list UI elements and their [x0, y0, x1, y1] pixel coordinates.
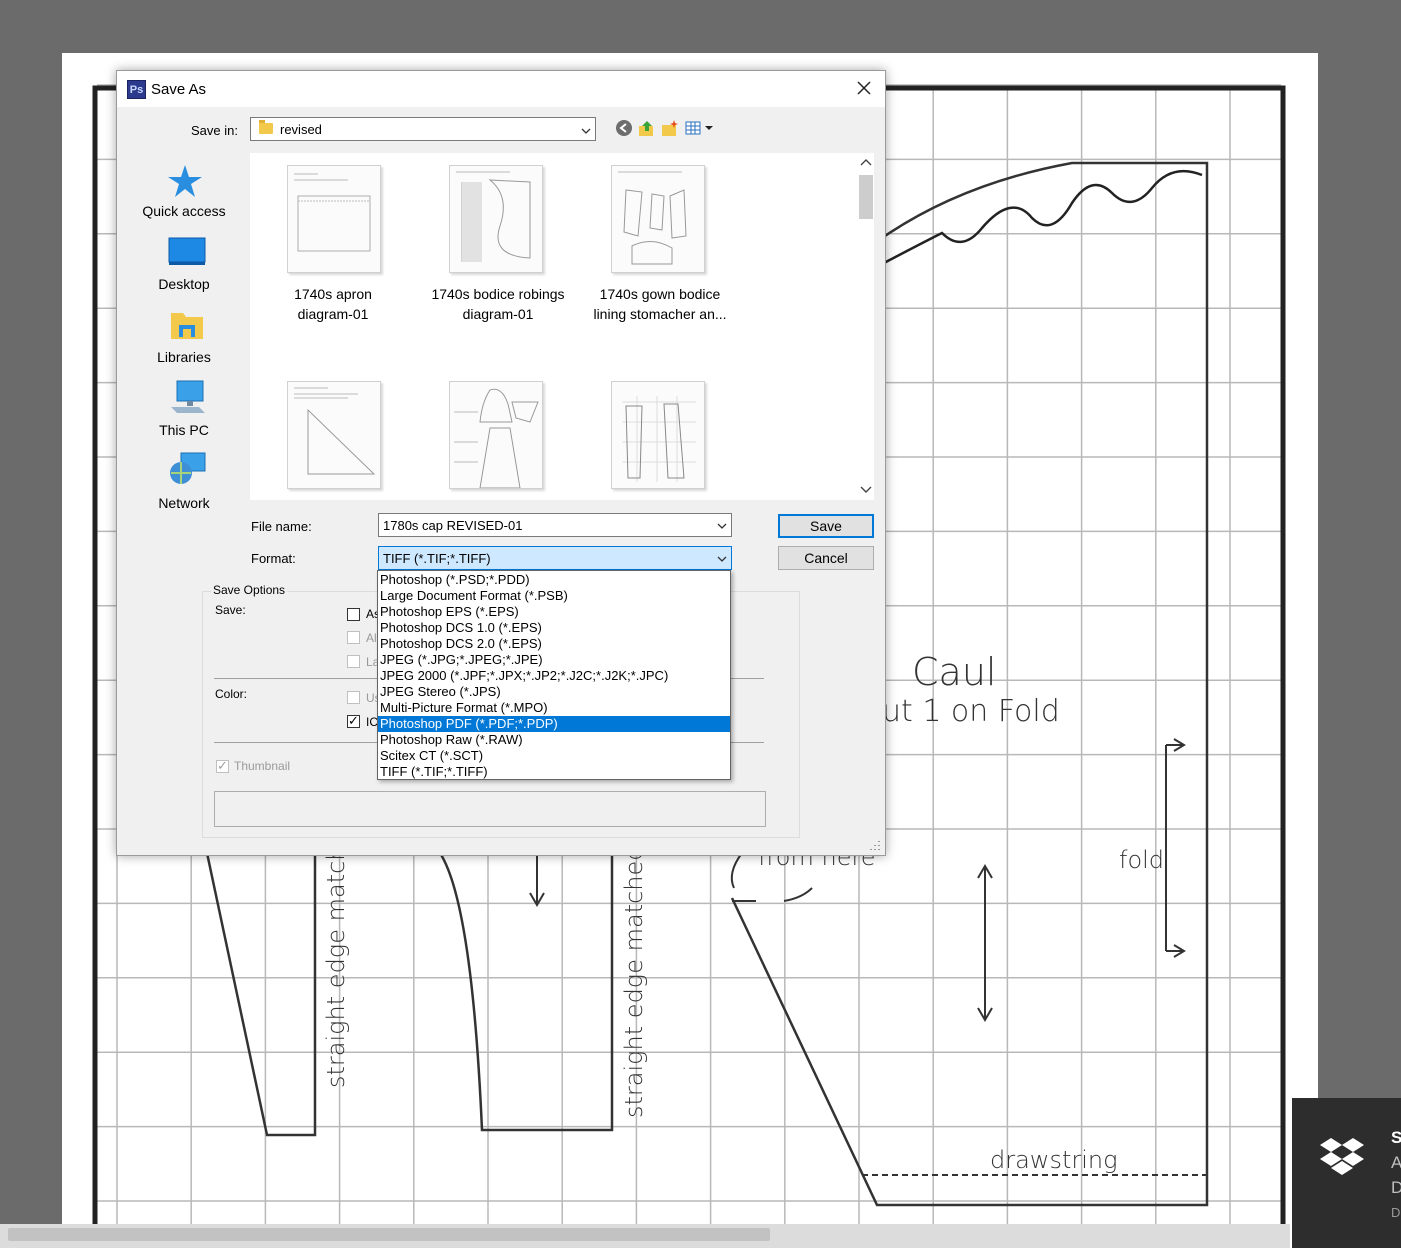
format-select[interactable]: TIFF (*.TIF;*.TIFF): [378, 546, 732, 570]
resize-grip-icon[interactable]: [869, 839, 881, 851]
icc-profile-checkbox[interactable]: ✓: [347, 713, 360, 728]
scroll-down-icon[interactable]: [860, 485, 872, 495]
format-option[interactable]: Scitex CT (*.SCT): [378, 748, 730, 764]
chevron-down-icon: [581, 128, 591, 134]
toast-line-2: D: [1391, 1178, 1401, 1197]
save-button[interactable]: Save: [778, 514, 874, 538]
file-name-field-label: File name:: [251, 519, 312, 534]
up-folder-icon[interactable]: [638, 119, 656, 137]
computer-icon: [171, 380, 205, 413]
scroll-up-icon[interactable]: [860, 157, 872, 167]
horizontal-scrollbar[interactable]: [0, 1224, 1290, 1248]
file-thumbnail[interactable]: [611, 381, 705, 489]
format-option[interactable]: Photoshop Raw (*.RAW): [378, 732, 730, 748]
triangle-diagram-thumbnail: [294, 387, 376, 475]
file-name-value: 1780s cap REVISED-01: [383, 518, 523, 533]
file-thumbnail[interactable]: [287, 165, 381, 273]
file-thumbnail[interactable]: [287, 381, 381, 489]
gown-bodice-thumbnail: [618, 171, 687, 265]
folder-icon: [259, 120, 273, 134]
back-icon[interactable]: [615, 119, 633, 137]
dropbox-icon: [1320, 1138, 1364, 1175]
file-list-scrollbar[interactable]: [857, 153, 874, 500]
close-icon: [857, 81, 871, 95]
as-copy-checkbox[interactable]: [347, 608, 360, 621]
save-options-title: Save Options: [211, 583, 288, 597]
color-section-label: Color:: [215, 687, 248, 701]
chevron-down-icon[interactable]: [717, 521, 727, 531]
file-name-label[interactable]: 1740s apron diagram-01: [253, 284, 413, 324]
save-in-label: Save in:: [191, 123, 238, 138]
save-section-label: Save:: [215, 603, 246, 617]
format-option[interactable]: TIFF (*.TIF;*.TIFF): [378, 764, 730, 780]
place-label-libraries: Libraries: [157, 349, 211, 365]
format-option[interactable]: Photoshop PDF (*.PDF;*.PDP): [378, 716, 730, 732]
format-option[interactable]: JPEG (*.JPG;*.JPEG;*.JPE): [378, 652, 730, 668]
network-icon: [170, 452, 206, 484]
layers-checkbox[interactable]: [347, 655, 360, 668]
dialog-title: Save As: [151, 81, 207, 98]
bodice-robings-thumbnail: [456, 171, 531, 262]
cancel-button[interactable]: Cancel: [778, 546, 874, 570]
file-thumbnail[interactable]: [611, 165, 705, 273]
format-option[interactable]: JPEG 2000 (*.JPF;*.JPX;*.JP2;*.J2C;*.J2K…: [378, 668, 730, 684]
file-name-label[interactable]: 1740s bodice robings diagram-01: [418, 284, 578, 324]
format-option[interactable]: Multi-Picture Format (*.MPO): [378, 700, 730, 716]
format-dropdown-list[interactable]: Photoshop (*.PSD;*.PDD) Large Document Fo…: [377, 570, 731, 780]
place-label-quick-access: Quick access: [142, 203, 226, 219]
format-option[interactable]: Photoshop DCS 2.0 (*.EPS): [378, 636, 730, 652]
place-label-this-pc: This PC: [159, 422, 209, 438]
bodice-diagram-thumbnail: [454, 388, 539, 488]
cut-on-fold-label: ut 1 on Fold: [882, 694, 1060, 729]
view-menu-icon[interactable]: [685, 119, 715, 137]
save-in-dropdown[interactable]: revised: [250, 117, 596, 141]
place-label-desktop: Desktop: [158, 276, 210, 292]
format-option[interactable]: JPEG Stereo (*.JPS): [378, 684, 730, 700]
use-proof-setup-checkbox[interactable]: [347, 691, 360, 704]
format-option[interactable]: Photoshop (*.PSD;*.PDD): [378, 572, 730, 588]
save-in-value: revised: [280, 122, 322, 137]
star-icon: [168, 165, 202, 197]
caul-label: Caul: [912, 650, 996, 694]
desktop-icon: [168, 237, 206, 265]
file-thumbnail[interactable]: [449, 381, 543, 489]
thumbnail-label: Thumbnail: [234, 759, 291, 773]
dialog-titlebar[interactable]: Ps Save As: [117, 71, 885, 107]
format-select-value: TIFF (*.TIF;*.TIFF): [383, 551, 491, 566]
new-folder-icon[interactable]: [661, 119, 679, 137]
toast-line-3: D: [1391, 1205, 1401, 1220]
alpha-channels-label: Al: [366, 631, 377, 645]
file-name-label[interactable]: 1740s gown bodice lining stomacher an...: [580, 284, 740, 324]
file-thumbnail[interactable]: [449, 165, 543, 273]
chevron-down-icon: [717, 556, 727, 562]
drawstring-label: drawstring: [990, 1146, 1118, 1174]
file-list-scroll-thumb[interactable]: [859, 175, 873, 219]
format-label: Format:: [251, 551, 296, 566]
file-name-input[interactable]: 1780s cap REVISED-01: [378, 513, 732, 537]
places-sidebar: Quick access Desktop Libraries This PC N…: [125, 153, 243, 569]
file-list[interactable]: 1740s apron diagram-01 1740s bodice robin…: [250, 153, 874, 500]
format-option[interactable]: Photoshop DCS 1.0 (*.EPS): [378, 620, 730, 636]
pattern-grid-thumbnail: [622, 396, 696, 482]
alpha-channels-checkbox[interactable]: [347, 631, 360, 644]
apron-diagram-thumbnail: [294, 173, 371, 252]
horizontal-scrollbar-thumb[interactable]: [8, 1228, 770, 1241]
dropbox-notification[interactable]: S A D D: [1292, 1098, 1401, 1248]
thumbnail-checkbox[interactable]: ✓: [216, 758, 229, 773]
libraries-icon: [171, 313, 203, 339]
fold-label: fold: [1119, 846, 1164, 874]
toast-line-1: A: [1391, 1153, 1401, 1172]
close-button[interactable]: [855, 79, 873, 97]
format-option[interactable]: Photoshop EPS (*.EPS): [378, 604, 730, 620]
format-option[interactable]: Large Document Format (*.PSB): [378, 588, 730, 604]
place-label-network: Network: [158, 495, 210, 511]
warning-description-box: [214, 791, 766, 827]
photoshop-app-icon: Ps: [127, 80, 146, 99]
toast-title: S: [1391, 1128, 1401, 1147]
